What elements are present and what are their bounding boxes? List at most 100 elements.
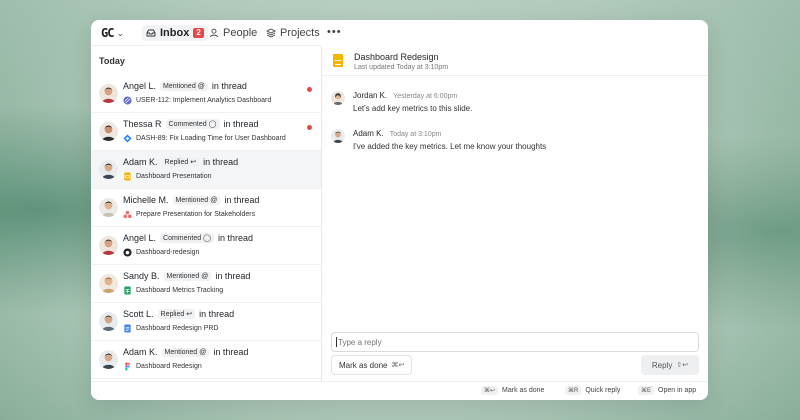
in-thread-label: in thread <box>218 233 254 243</box>
google-docs-icon <box>123 324 132 333</box>
sender-name: Michelle M. <box>123 195 169 205</box>
notification-subject: Dashboard Presentation <box>136 173 212 180</box>
action-tag: Mentioned @ <box>161 347 210 357</box>
action-label: Mentioned <box>163 82 196 90</box>
action-tag: Mentioned @ <box>160 81 208 91</box>
notification-subject: DASH-89: Fix Loading Time for User Dashb… <box>136 135 286 142</box>
pane-divider <box>321 46 322 381</box>
hint-mark-done[interactable]: ⌘↩ Mark as done <box>481 386 544 395</box>
avatar <box>99 236 118 255</box>
github-icon <box>123 248 132 257</box>
hint-open-in-app[interactable]: ⌘E Open in app <box>638 386 696 395</box>
action-tag: Mentioned @ <box>172 195 221 205</box>
shortcut-footer: ⌘↩ Mark as done ⌘R Quick reply ⌘E Open i… <box>91 381 708 400</box>
action-tag: Replied ↩ <box>161 157 200 167</box>
action-icon: ↩ <box>186 311 193 318</box>
logo-icon: GC <box>101 26 114 40</box>
action-label: Replied <box>164 158 189 166</box>
action-label: Mentioned <box>166 272 200 280</box>
sender-name: Thessa R <box>123 119 162 129</box>
shortcut-label: Quick reply <box>585 387 621 394</box>
action-icon: @ <box>201 272 209 280</box>
document-header: Dashboard Redesign Last updated Today at… <box>322 46 708 76</box>
action-label: Replied <box>160 310 185 318</box>
avatar <box>99 84 118 103</box>
layers-icon <box>266 28 276 38</box>
jira-icon <box>123 134 132 143</box>
nav-divider <box>91 45 321 46</box>
avatar <box>99 350 118 369</box>
reply-shortcut: ⇧↩ <box>676 362 689 369</box>
in-thread-label: in thread <box>215 271 251 281</box>
google-sheets-icon <box>123 286 132 295</box>
notification-item[interactable]: Adam K. Mentioned @ in thread Dashboard Rede… <box>91 341 321 379</box>
sender-name: Scott L. <box>123 309 154 319</box>
message-body: I've added the key metrics. Let me know … <box>353 142 547 151</box>
nav-projects[interactable]: Projects <box>266 25 320 41</box>
inbox-count-badge: 2 <box>193 28 204 38</box>
document-title[interactable]: Dashboard Redesign <box>354 52 439 62</box>
asana-icon <box>123 210 132 219</box>
in-thread-label: in thread <box>213 347 249 357</box>
sender-name: Adam K. <box>123 347 158 357</box>
unread-dot <box>307 125 312 130</box>
notification-item[interactable]: Michelle M. Mentioned @ in thread Prepare Pr… <box>91 189 321 227</box>
action-label: Mentioned <box>164 348 198 356</box>
in-thread-label: in thread <box>211 81 247 91</box>
in-thread-label: in thread <box>199 309 235 319</box>
shortcut-key: ⌘↩ <box>481 386 499 395</box>
avatar <box>331 129 345 143</box>
shortcut-key: ⌘E <box>638 386 655 395</box>
action-label: Mentioned <box>175 196 209 204</box>
notification-item[interactable]: Thessa R Commented ◯ in thread DASH-89: Fix … <box>91 113 321 151</box>
workspace-switcher[interactable]: GC ⌄ <box>101 26 124 40</box>
section-heading-today: Today <box>99 56 125 66</box>
message-time: Today at 3:10pm <box>389 131 442 138</box>
notification-subject: Dashboard Metrics Tracking <box>136 287 224 294</box>
mark-as-done-button[interactable]: Mark as done ⌘↩ <box>331 355 413 375</box>
notification-item[interactable]: Angel L. Mentioned @ in thread USER-112: Imp… <box>91 75 321 113</box>
action-tag: Mentioned @ <box>163 271 212 281</box>
shortcut-key: ⌘R <box>565 386 582 395</box>
top-nav: GC ⌄ Inbox 2 People Projects ••• <box>91 20 341 46</box>
sender-name: Adam K. <box>123 157 158 167</box>
notification-subject: Dashboard Redesign <box>136 363 202 370</box>
reply-input[interactable] <box>331 332 699 352</box>
nav-projects-label: Projects <box>280 27 320 39</box>
unread-dot <box>307 87 312 92</box>
avatar <box>99 198 118 217</box>
message-time: Yesterday at 6:00pm <box>393 93 458 100</box>
google-slides-icon <box>333 54 343 67</box>
shortcut-label: Open in app <box>658 387 697 394</box>
action-tag: Replied ↩ <box>157 309 196 319</box>
avatar <box>99 274 118 293</box>
hint-quick-reply[interactable]: ⌘R Quick reply <box>565 386 620 395</box>
action-label: Commented <box>163 234 202 242</box>
nav-inbox[interactable]: Inbox 2 <box>142 25 208 41</box>
nav-inbox-label: Inbox <box>160 27 190 39</box>
mark-as-done-label: Mark as done <box>339 360 388 370</box>
avatar <box>99 160 118 179</box>
sender-name: Sandy B. <box>123 271 160 281</box>
nav-people[interactable]: People <box>209 25 257 41</box>
app-window: GC ⌄ Inbox 2 People Projects ••• Today A… <box>91 20 708 400</box>
notification-subject: USER-112: Implement Analytics Dashboard <box>136 97 272 104</box>
nav-people-label: People <box>223 27 258 39</box>
mark-as-done-shortcut: ⌘↩ <box>391 362 405 369</box>
notification-item[interactable]: Angel L. Commented ◯ in thread Dashboard-red… <box>91 227 321 265</box>
action-tag: Commented ◯ <box>160 233 215 243</box>
message-author: Jordan K. <box>353 91 388 100</box>
action-label: Commented <box>168 120 207 128</box>
chevron-down-icon: ⌄ <box>116 27 124 38</box>
linear-icon <box>123 96 132 105</box>
notification-item[interactable]: Sandy B. Mentioned @ in thread Dashboard Met… <box>91 265 321 303</box>
more-menu-button[interactable]: ••• <box>327 24 342 40</box>
notification-item[interactable]: Scott L. Replied ↩ in thread Dashboard Redes… <box>91 303 321 341</box>
notification-subject: Prepare Presentation for Stakeholders <box>136 211 256 218</box>
notification-item[interactable]: Adam K. Replied ↩ in thread Dashboard Presen… <box>91 151 321 189</box>
notification-subject: Dashboard-redesign <box>136 249 200 256</box>
sender-name: Angel L. <box>123 81 157 91</box>
notification-list: Angel L. Mentioned @ in thread USER-112: Imp… <box>91 75 321 379</box>
figma-icon <box>123 362 132 371</box>
reply-button[interactable]: Reply ⇧↩ <box>641 355 699 375</box>
